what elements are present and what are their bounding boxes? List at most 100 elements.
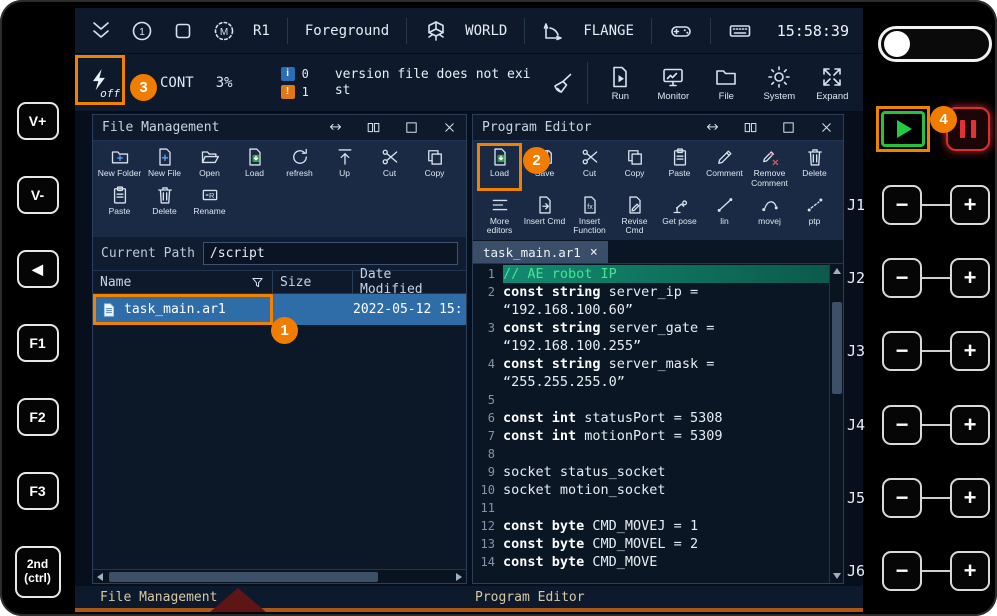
open-button[interactable]: Open xyxy=(187,143,232,181)
monitor-icon xyxy=(661,65,685,89)
scroll-down-arrow-icon[interactable] xyxy=(830,569,844,583)
j3-minus-button[interactable]: − xyxy=(882,331,922,371)
split-view-icon[interactable] xyxy=(743,120,758,135)
close-icon[interactable] xyxy=(819,120,834,135)
app-run-button[interactable]: Run xyxy=(594,63,647,102)
j5-minus-button[interactable]: − xyxy=(882,478,922,518)
pause-icon xyxy=(971,120,976,138)
editor-cut-button[interactable]: Cut xyxy=(567,143,612,191)
remove-comment-button[interactable]: Remove Comment xyxy=(747,143,792,191)
file-table-header: Name Size Date Modified xyxy=(93,270,466,294)
get-pose-button[interactable]: Get pose xyxy=(657,191,702,239)
up-directory-button[interactable]: Up xyxy=(322,143,367,181)
j4-plus-button[interactable]: + xyxy=(950,405,990,445)
ptp-button[interactable]: ptp xyxy=(792,191,837,239)
split-view-icon[interactable] xyxy=(366,120,381,135)
rename-button[interactable]: Rename xyxy=(187,181,232,219)
jog-row-j3: − + xyxy=(882,331,990,371)
taskbar-item-file-management[interactable]: File Management xyxy=(100,590,217,605)
new-file-button[interactable]: New File xyxy=(142,143,187,181)
key-v-plus[interactable]: V+ xyxy=(17,102,59,140)
stop-state-icon[interactable] xyxy=(171,19,195,43)
power-toggle[interactable] xyxy=(878,26,992,62)
j3-plus-button[interactable]: + xyxy=(950,331,990,371)
key-2nd-ctrl[interactable]: 2nd (ctrl) xyxy=(15,546,61,598)
j1-plus-button[interactable]: + xyxy=(950,185,990,225)
file-name-cell[interactable]: task_main.ar1 xyxy=(93,294,273,325)
collapse-chevrons-icon[interactable] xyxy=(89,19,113,43)
world-coordinate-icon[interactable] xyxy=(424,19,448,43)
app-monitor-button[interactable]: Monitor xyxy=(647,63,700,102)
scroll-up-arrow-icon[interactable] xyxy=(830,264,844,278)
j2-minus-button[interactable]: − xyxy=(882,258,922,298)
j1-minus-button[interactable]: − xyxy=(882,185,922,225)
editor-load-button[interactable]: Load xyxy=(477,143,522,191)
revise-cmd-button[interactable]: Revise Cmd xyxy=(612,191,657,239)
current-path-input[interactable] xyxy=(203,242,458,265)
maximize-icon[interactable] xyxy=(781,120,796,135)
column-header-name[interactable]: Name xyxy=(93,271,273,293)
editor-copy-button[interactable]: Copy xyxy=(612,143,657,191)
key-back[interactable]: ◀ xyxy=(17,250,59,288)
coordinate-system-label[interactable]: WORLD xyxy=(465,23,507,39)
insert-cmd-button[interactable]: Insert Cmd xyxy=(522,191,567,239)
lin-button[interactable]: lin xyxy=(702,191,747,239)
app-expand-button[interactable]: Expand xyxy=(806,63,859,102)
editor-window-titlebar[interactable]: Program Editor xyxy=(473,115,843,141)
speed-percent[interactable]: 3% xyxy=(216,75,233,91)
horizontal-scrollbar[interactable] xyxy=(93,569,466,583)
step-mode-icon[interactable] xyxy=(130,19,154,43)
refresh-button[interactable]: refresh xyxy=(277,143,322,181)
program-start-button[interactable] xyxy=(881,111,925,147)
column-header-size[interactable]: Size xyxy=(273,271,353,293)
servo-power-indicator[interactable]: off xyxy=(75,55,125,105)
clear-messages-broom-icon[interactable] xyxy=(551,71,575,95)
new-folder-button[interactable]: New Folder xyxy=(97,143,142,181)
editor-paste-button[interactable]: Paste xyxy=(657,143,702,191)
copy-button[interactable]: Copy xyxy=(412,143,457,181)
taskbar-item-program-editor[interactable]: Program Editor xyxy=(475,590,585,605)
run-mode-label[interactable]: CONT xyxy=(160,75,194,91)
j6-minus-button[interactable]: − xyxy=(882,551,922,591)
key-f3[interactable]: F3 xyxy=(17,472,59,510)
gamepad-icon[interactable] xyxy=(669,19,693,43)
filter-funnel-icon[interactable] xyxy=(250,275,265,290)
delete-button[interactable]: Delete xyxy=(142,181,187,219)
key-f2[interactable]: F2 xyxy=(17,398,59,436)
tab-close-icon[interactable]: × xyxy=(590,245,598,260)
tool-frame-label[interactable]: FLANGE xyxy=(583,23,634,39)
j2-plus-button[interactable]: + xyxy=(950,258,990,298)
scroll-left-arrow-icon[interactable] xyxy=(93,570,107,584)
file-window-titlebar[interactable]: File Management xyxy=(93,115,466,141)
paste-button[interactable]: Paste xyxy=(97,181,142,219)
more-editors-button[interactable]: More editors xyxy=(477,191,522,239)
column-header-date[interactable]: Date Modified xyxy=(353,271,466,293)
code-editor[interactable]: 1// AE robot IP 2const string server_ip … xyxy=(473,264,843,583)
j6-plus-button[interactable]: + xyxy=(950,551,990,591)
fm-load-button[interactable]: Load xyxy=(232,143,277,181)
swap-windows-icon[interactable] xyxy=(328,120,343,135)
comment-button[interactable]: Comment xyxy=(702,143,747,191)
app-system-button[interactable]: System xyxy=(753,63,806,102)
scrollbar-thumb[interactable] xyxy=(109,572,378,582)
motor-state-icon[interactable] xyxy=(212,19,236,43)
close-icon[interactable] xyxy=(442,120,457,135)
j5-plus-button[interactable]: + xyxy=(950,478,990,518)
scrollbar-thumb[interactable] xyxy=(832,302,842,394)
app-file-button[interactable]: File xyxy=(700,63,753,102)
editor-delete-button[interactable]: Delete xyxy=(792,143,837,191)
task-mode-label[interactable]: Foreground xyxy=(305,23,389,39)
insert-function-button[interactable]: Insert Function xyxy=(567,191,612,239)
j4-minus-button[interactable]: − xyxy=(882,405,922,445)
movej-button[interactable]: movej xyxy=(747,191,792,239)
keyboard-icon[interactable] xyxy=(728,19,752,43)
key-f1[interactable]: F1 xyxy=(17,324,59,362)
scroll-right-arrow-icon[interactable] xyxy=(452,570,466,584)
swap-windows-icon[interactable] xyxy=(705,120,720,135)
maximize-icon[interactable] xyxy=(404,120,419,135)
vertical-scrollbar[interactable] xyxy=(829,264,843,583)
key-v-minus[interactable]: V- xyxy=(17,176,59,214)
flange-tool-icon[interactable] xyxy=(542,19,566,43)
tab-task-main[interactable]: task_main.ar1 × xyxy=(473,241,608,263)
cut-button[interactable]: Cut xyxy=(367,143,412,181)
